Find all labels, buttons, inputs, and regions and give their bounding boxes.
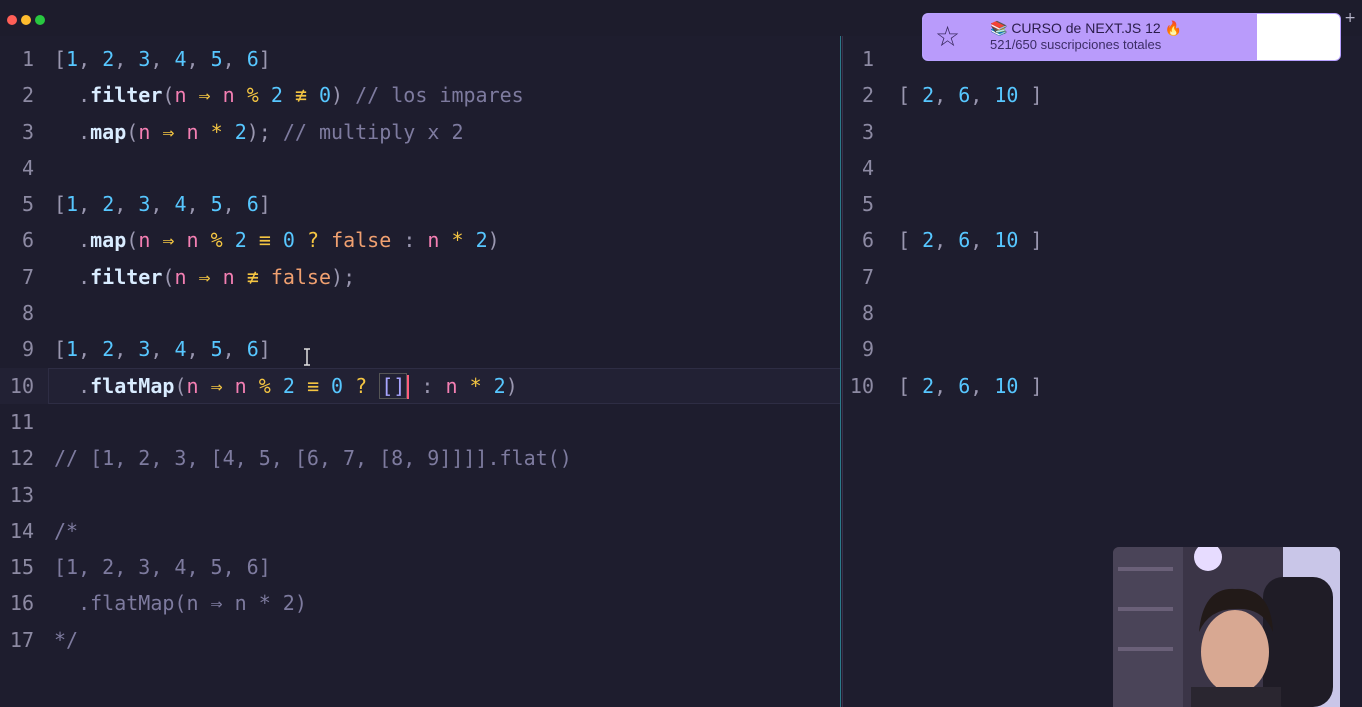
code-line[interactable]: 1 [1, 2, 3, 4, 5, 6] bbox=[0, 41, 840, 77]
pane-divider[interactable] bbox=[840, 36, 841, 707]
line-number: 4 bbox=[861, 155, 874, 180]
result-line: 10 [ 2, 6, 10 ] bbox=[848, 368, 1362, 404]
code-text[interactable]: [1, 2, 3, 4, 5, 6] bbox=[54, 331, 271, 367]
result-line: 4 bbox=[848, 150, 1362, 186]
result-line: 6 [ 2, 6, 10 ] bbox=[848, 222, 1362, 258]
line-number: 7 bbox=[21, 264, 34, 289]
code-text[interactable]: // [1, 2, 3, [4, 5, [6, 7, [8, 9]]]].fla… bbox=[54, 440, 572, 476]
result-line: 2 [ 2, 6, 10 ] bbox=[848, 77, 1362, 113]
text-cursor bbox=[407, 375, 410, 400]
pane-divider-shadow bbox=[842, 36, 843, 707]
code-line[interactable]: 2 .filter(n ⇒ n % 2 ≢ 0) // los impares bbox=[0, 77, 840, 113]
code-text[interactable]: */ bbox=[54, 622, 78, 658]
line-number: 11 bbox=[9, 409, 34, 434]
result-pane[interactable]: 1 2[ 2, 6, 10 ] 3 4 5 6[ 2, 6, 10 ] 7 8 … bbox=[848, 41, 1362, 404]
line-number: 2 bbox=[21, 83, 34, 108]
code-text[interactable]: .filter(n ⇒ n % 2 ≢ 0) // los impares bbox=[54, 77, 524, 113]
banner-subtitle: 521/650 suscripciones totales bbox=[990, 37, 1162, 52]
code-line[interactable]: 15 [1, 2, 3, 4, 5, 6] bbox=[0, 549, 840, 585]
result-line: 7 bbox=[848, 259, 1362, 295]
result-text: [ 2, 6, 10 ] bbox=[898, 228, 1043, 253]
code-text[interactable]: .flatMap(n ⇒ n * 2) bbox=[54, 585, 307, 621]
result-text: [ 2, 6, 10 ] bbox=[898, 83, 1043, 108]
code-line[interactable]: 4 bbox=[0, 150, 840, 186]
active-code-line[interactable]: 10 .flatMap(n ⇒ n % 2 ≡ 0 ? [] : n * 2) bbox=[0, 367, 840, 405]
code-line[interactable]: 11 bbox=[0, 404, 840, 440]
code-text[interactable]: .map(n ⇒ n * 2); // multiply x 2 bbox=[54, 114, 463, 150]
code-line[interactable]: 16 .flatMap(n ⇒ n * 2) bbox=[0, 585, 840, 621]
line-number: 5 bbox=[21, 192, 34, 217]
code-line[interactable]: 17 */ bbox=[0, 622, 840, 658]
line-number: 6 bbox=[21, 228, 34, 253]
line-number: 2 bbox=[861, 83, 874, 108]
line-number: 16 bbox=[9, 591, 34, 616]
code-text[interactable]: .map(n ⇒ n % 2 ≡ 0 ? false : n * 2) bbox=[54, 222, 500, 258]
code-line[interactable]: 3 .map(n ⇒ n * 2); // multiply x 2 bbox=[0, 114, 840, 150]
line-number: 4 bbox=[21, 155, 34, 180]
line-number: 9 bbox=[861, 337, 874, 362]
line-number: 8 bbox=[861, 301, 874, 326]
line-number: 3 bbox=[21, 119, 34, 144]
star-icon: ☆ bbox=[935, 20, 961, 53]
code-line[interactable]: 7 .filter(n ⇒ n ≢ false); bbox=[0, 259, 840, 295]
line-number: 6 bbox=[861, 228, 874, 253]
line-number: 5 bbox=[861, 192, 874, 217]
line-number: 9 bbox=[21, 337, 34, 362]
line-number: 8 bbox=[21, 301, 34, 326]
code-text[interactable]: .filter(n ⇒ n ≢ false); bbox=[54, 259, 355, 295]
code-text[interactable]: /* bbox=[54, 513, 78, 549]
result-text: [ 2, 6, 10 ] bbox=[898, 373, 1043, 398]
banner-title: 📚 CURSO de NEXT.JS 12 🔥 bbox=[990, 20, 1183, 36]
result-line: 9 bbox=[848, 331, 1362, 367]
result-line: 8 bbox=[848, 295, 1362, 331]
close-window-button[interactable] bbox=[7, 15, 17, 25]
line-number: 10 bbox=[849, 373, 874, 398]
webcam-overlay bbox=[1113, 547, 1340, 707]
code-text[interactable]: .flatMap(n ⇒ n % 2 ≡ 0 ? [] : n * 2) bbox=[54, 368, 518, 404]
code-text[interactable]: [1, 2, 3, 4, 5, 6] bbox=[54, 41, 271, 77]
mouse-ibeam-cursor-icon bbox=[304, 348, 310, 366]
minimize-window-button[interactable] bbox=[21, 15, 31, 25]
line-number: 14 bbox=[9, 518, 34, 543]
code-line[interactable]: 9 [1, 2, 3, 4, 5, 6] bbox=[0, 331, 840, 367]
new-tab-button[interactable]: + bbox=[1344, 10, 1356, 26]
webcam-image bbox=[1113, 547, 1340, 707]
zoom-window-button[interactable] bbox=[35, 15, 45, 25]
result-line: 5 bbox=[848, 186, 1362, 222]
line-number: 15 bbox=[9, 555, 34, 580]
line-number: 3 bbox=[861, 119, 874, 144]
code-line[interactable]: 5 [1, 2, 3, 4, 5, 6] bbox=[0, 186, 840, 222]
code-text[interactable]: [1, 2, 3, 4, 5, 6] bbox=[54, 186, 271, 222]
line-number: 1 bbox=[861, 47, 874, 71]
line-number: 13 bbox=[9, 482, 34, 507]
line-number: 1 bbox=[21, 47, 34, 71]
line-number: 17 bbox=[9, 627, 34, 652]
code-text[interactable]: [1, 2, 3, 4, 5, 6] bbox=[54, 549, 271, 585]
subscription-progress-banner: ☆ 📚 CURSO de NEXT.JS 12 🔥 521/650 suscri… bbox=[922, 13, 1341, 61]
code-editor[interactable]: 1 [1, 2, 3, 4, 5, 6] 2 .filter(n ⇒ n % 2 … bbox=[0, 41, 840, 658]
result-line: 3 bbox=[848, 114, 1362, 150]
code-line[interactable]: 13 bbox=[0, 477, 840, 513]
code-line[interactable]: 14 /* bbox=[0, 513, 840, 549]
code-line[interactable]: 12 // [1, 2, 3, [4, 5, [6, 7, [8, 9]]]].f… bbox=[0, 440, 840, 476]
line-number: 12 bbox=[9, 446, 34, 471]
code-line[interactable]: 8 bbox=[0, 295, 840, 331]
code-line[interactable]: 6 .map(n ⇒ n % 2 ≡ 0 ? false : n * 2) bbox=[0, 222, 840, 258]
line-number: 10 bbox=[9, 373, 34, 398]
line-number: 7 bbox=[861, 264, 874, 289]
